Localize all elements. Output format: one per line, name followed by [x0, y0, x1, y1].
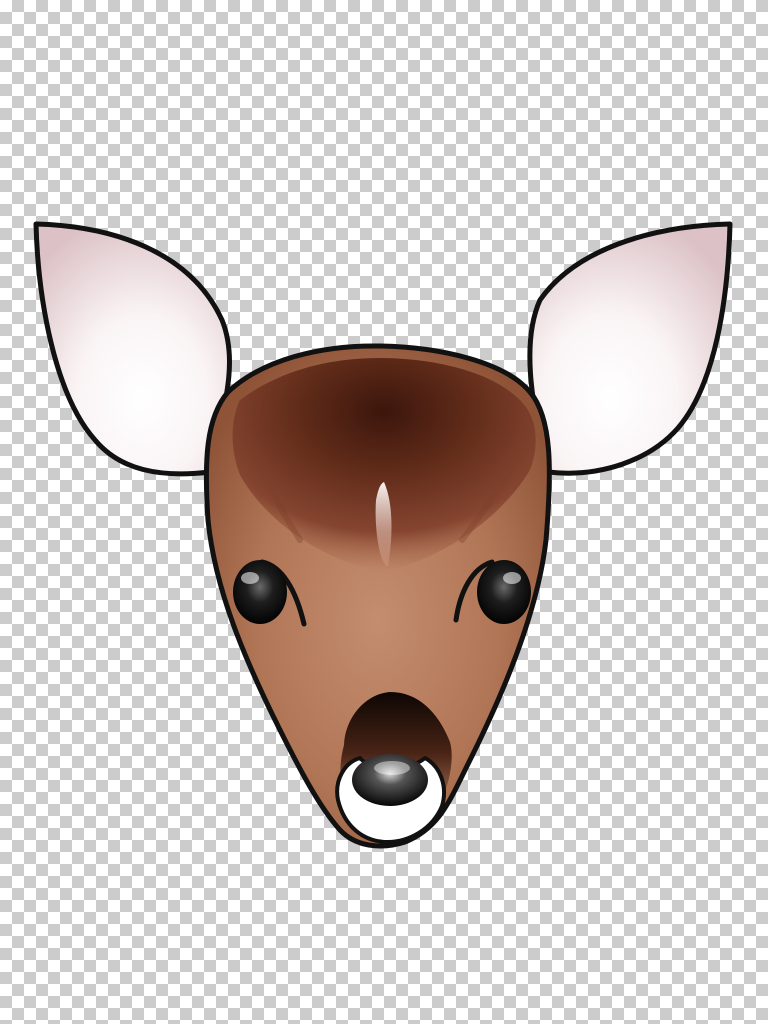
right-ear	[527, 221, 733, 476]
nose	[352, 754, 428, 806]
left-ear	[33, 221, 233, 477]
deer-head-illustration	[33, 221, 733, 849]
transparent-canvas	[0, 0, 768, 1024]
